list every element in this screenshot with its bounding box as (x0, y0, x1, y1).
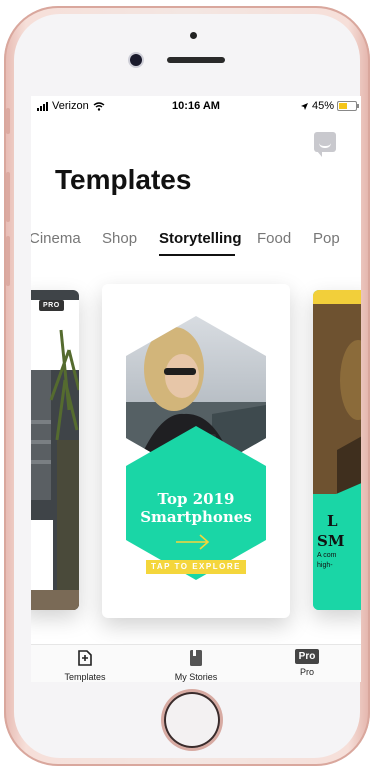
right-card-heading-2: SM (317, 532, 345, 550)
home-button[interactable] (164, 692, 220, 748)
earpiece-speaker (167, 57, 225, 63)
proximity-sensor (190, 32, 197, 39)
story-title-line-2: Smartphones (140, 508, 252, 526)
volume-down-button (6, 236, 10, 286)
volume-up-button (6, 172, 10, 222)
story-title: Top 2019 Smartphones (102, 490, 290, 526)
page-title: Templates (55, 164, 192, 195)
tab-food[interactable]: Food (257, 230, 291, 247)
status-right: 45% (300, 100, 359, 112)
nav-templates-label: Templates (64, 672, 106, 682)
front-camera (130, 54, 142, 66)
tab-pop[interactable]: Pop (313, 230, 340, 247)
nav-templates[interactable]: Templates (45, 649, 125, 682)
mute-switch (6, 108, 10, 134)
book-icon (190, 650, 202, 666)
tab-storytelling[interactable]: Storytelling (159, 230, 242, 247)
pro-badge-icon: Pro (294, 649, 320, 664)
chat-icon[interactable] (314, 132, 336, 157)
category-tabs: Cinema Shop Storytelling Food Pop (31, 230, 361, 260)
location-arrow-icon (300, 102, 308, 110)
right-card-heading-1: L (327, 512, 338, 530)
nav-my-stories[interactable]: My Stories (156, 649, 236, 682)
nav-my-stories-label: My Stories (174, 672, 218, 682)
nav-pro[interactable]: Pro Pro (267, 649, 347, 677)
template-card-left-image (31, 290, 79, 610)
tab-cinema[interactable]: Cinema (31, 230, 81, 247)
right-card-subtext-1: A com (317, 552, 337, 559)
battery-percent: 45% (311, 100, 334, 112)
bottom-nav: Templates My Stories Pro Pro (31, 644, 361, 682)
story-title-line-1: Top 2019 (157, 490, 235, 508)
battery-icon (337, 101, 359, 111)
app-screen: Verizon 10:16 AM 45% Templates Cinema Sh… (31, 96, 361, 682)
nav-pro-label: Pro (299, 667, 314, 677)
active-tab-indicator (159, 254, 235, 256)
tap-to-explore-label: TAP TO EXPLORE (146, 560, 246, 574)
template-add-icon (78, 650, 92, 666)
tab-shop[interactable]: Shop (102, 230, 137, 247)
template-card-center[interactable]: Top 2019 Smartphones TAP TO EXPLORE (102, 284, 290, 618)
status-bar: Verizon 10:16 AM 45% (31, 96, 361, 116)
right-card-subtext-2: high- (317, 562, 333, 569)
template-card-left[interactable]: PRO (31, 290, 79, 610)
pro-badge: PRO (39, 300, 64, 311)
template-card-right[interactable]: L SM A com high- (313, 290, 361, 610)
